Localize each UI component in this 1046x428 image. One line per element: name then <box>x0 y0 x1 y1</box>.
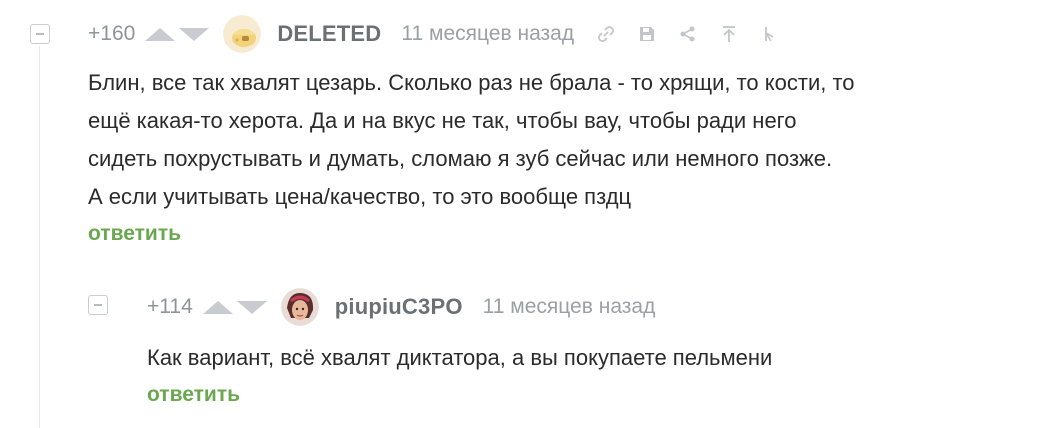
timestamp[interactable]: 11 месяцев назад <box>401 22 574 46</box>
upvote-arrow-icon[interactable] <box>202 300 233 314</box>
comment-text-line: ещё какая-то херота. Да и на вкус не так… <box>88 108 797 133</box>
vote-buttons <box>202 300 267 314</box>
scroll-up-icon[interactable] <box>719 24 739 44</box>
comment-text-line: сидеть похрустывать и думать, сломаю я з… <box>88 146 833 171</box>
comment-text: Как вариант, всё хвалят диктатора, а вы … <box>147 339 1037 377</box>
comment: +114 piupiuC3PO 11 месяцев назад Как вар… <box>147 288 1037 407</box>
reply-button[interactable]: ответить <box>88 222 181 246</box>
comment-text-line: А если учитывать цена/качество, то это в… <box>88 184 632 209</box>
timestamp[interactable]: 11 месяцев назад <box>483 295 656 319</box>
more-icon[interactable] <box>760 24 780 44</box>
vote-buttons <box>145 27 210 41</box>
reply-button[interactable]: ответить <box>147 383 240 407</box>
comment-text-line: Блин, все так хвалят цезарь. Сколько раз… <box>88 70 855 95</box>
comment: +160 DELETED 11 месяцев назад Блин, все … <box>88 15 1038 246</box>
username[interactable]: DELETED <box>277 21 381 47</box>
thread-line <box>39 46 40 428</box>
avatar[interactable] <box>280 288 319 326</box>
upvote-arrow-icon[interactable] <box>145 27 176 41</box>
comment-header: +114 piupiuC3PO 11 месяцев назад <box>147 288 1037 326</box>
comment-text-line: Как вариант, всё хвалят диктатора, а вы … <box>147 345 773 370</box>
save-icon[interactable] <box>637 24 657 44</box>
comment-tools <box>596 24 801 44</box>
share-icon[interactable] <box>678 24 698 44</box>
comment-rating: +114 <box>147 295 193 318</box>
collapse-button[interactable] <box>30 24 50 44</box>
collapse-button[interactable] <box>88 295 108 315</box>
comment-rating: +160 <box>88 22 136 45</box>
avatar[interactable] <box>223 15 262 53</box>
downvote-arrow-icon[interactable] <box>236 300 267 314</box>
downvote-arrow-icon[interactable] <box>179 27 210 41</box>
username[interactable]: piupiuC3PO <box>335 294 463 320</box>
comment-header: +160 DELETED 11 месяцев назад <box>88 15 1038 53</box>
comment-text: Блин, все так хвалят цезарь. Сколько раз… <box>88 64 1038 216</box>
link-icon[interactable] <box>596 24 616 44</box>
